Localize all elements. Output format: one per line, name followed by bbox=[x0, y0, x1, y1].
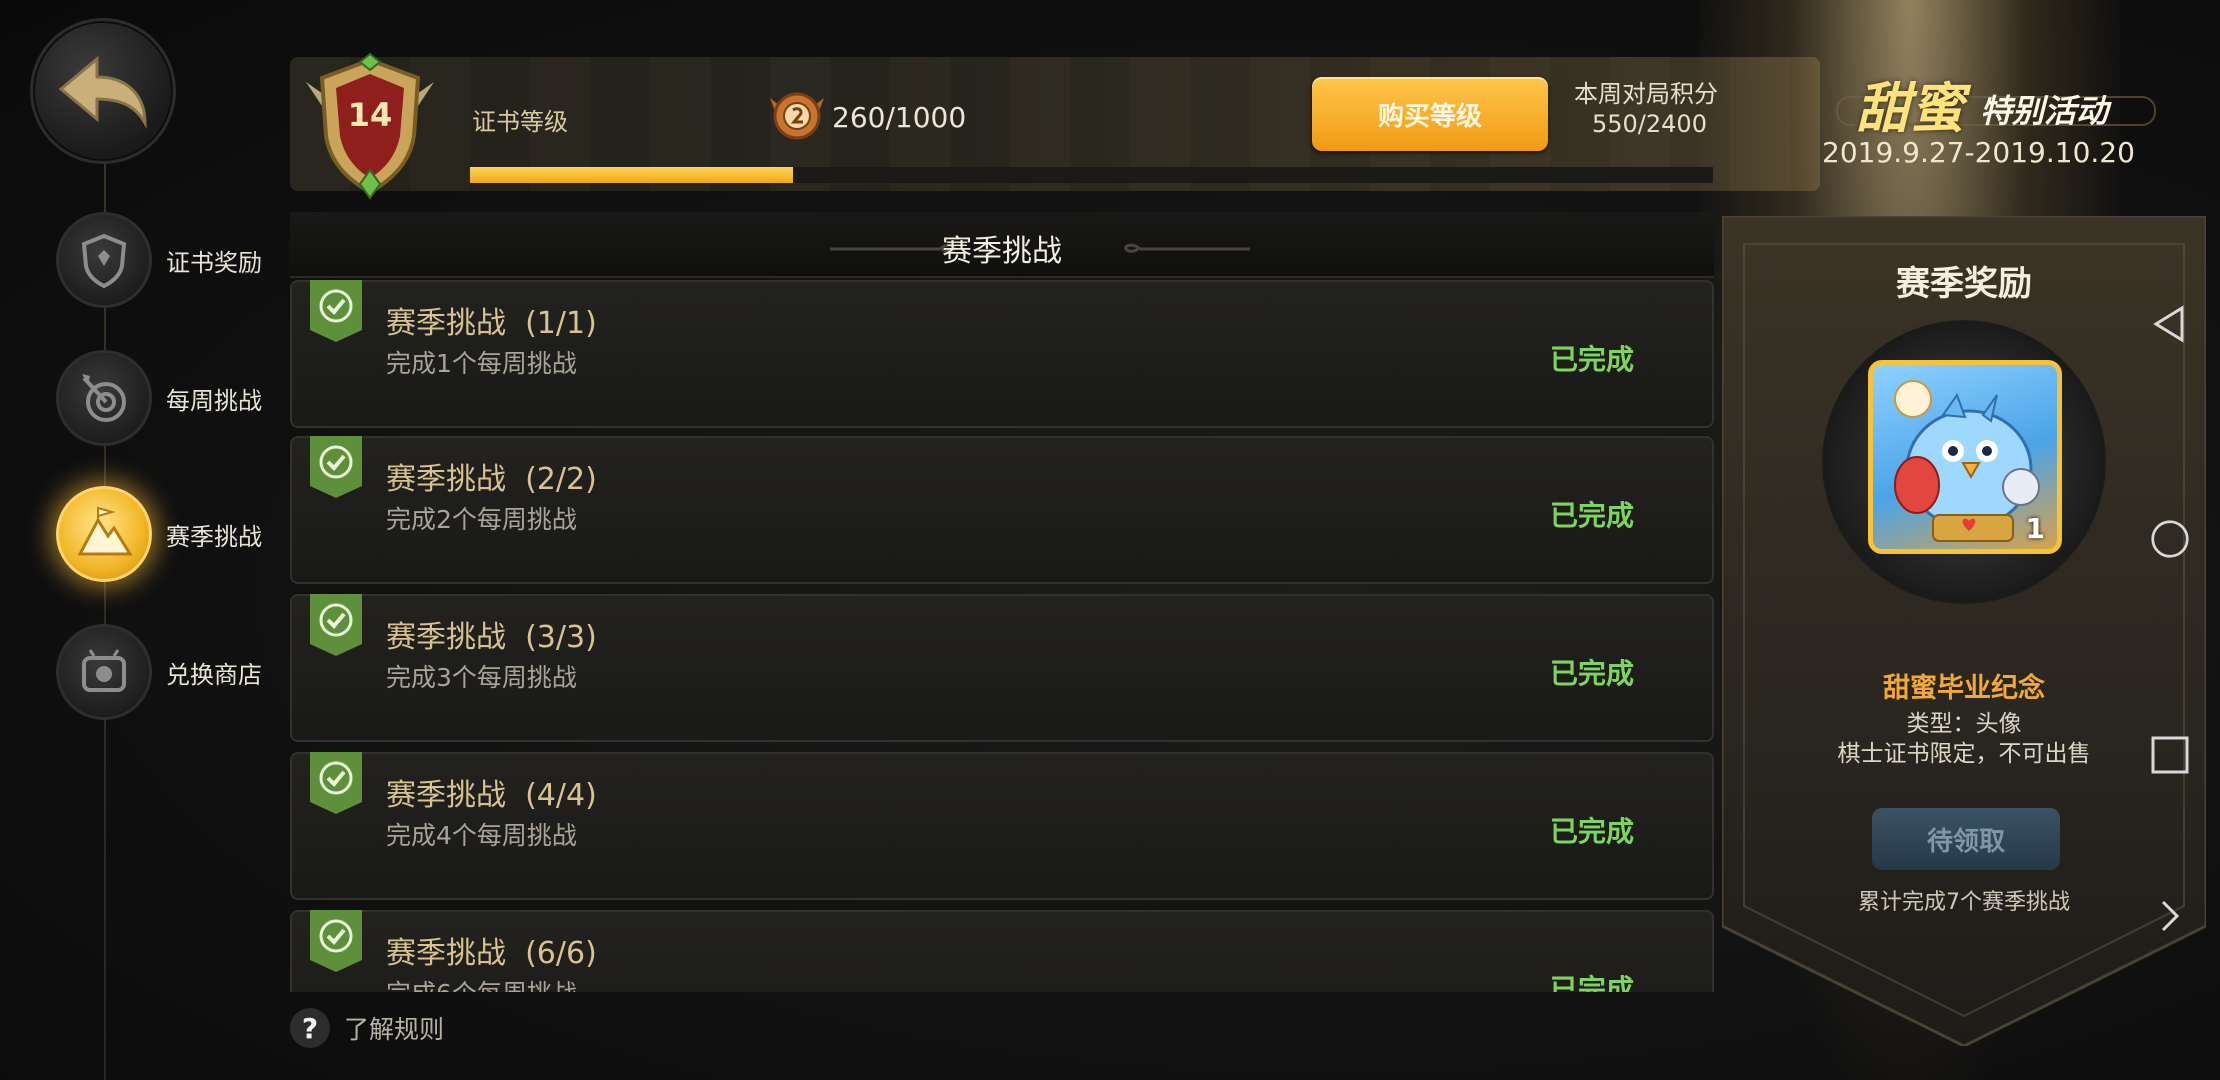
side-nav-label: 赛季挑战 bbox=[166, 522, 262, 551]
shop-icon bbox=[56, 624, 152, 720]
nav-expand-chevron-icon[interactable] bbox=[2150, 896, 2190, 936]
side-nav-season-challenges[interactable]: 赛季挑战 bbox=[56, 484, 286, 584]
reward-progress-text: 累计完成7个赛季挑战 bbox=[1858, 890, 2070, 915]
challenge-title: 赛季挑战 (1/1) bbox=[386, 306, 597, 341]
buy-level-button[interactable]: 购买等级 bbox=[1312, 77, 1548, 151]
rules-link[interactable]: ? 了解规则 bbox=[290, 1008, 444, 1048]
challenge-card[interactable]: 赛季挑战 (3/3) 完成3个每周挑战 已完成 bbox=[290, 594, 1714, 742]
side-nav-label: 证书奖励 bbox=[166, 248, 262, 277]
challenge-status: 已完成 bbox=[1549, 815, 1634, 848]
xp-medal-icon bbox=[766, 88, 828, 144]
check-flag-icon bbox=[310, 752, 362, 814]
weekly-points-value: 550/2400 bbox=[1592, 110, 1707, 138]
help-icon: ? bbox=[290, 1008, 330, 1048]
challenge-status: 已完成 bbox=[1549, 499, 1634, 532]
challenge-status: 已完成 bbox=[1549, 343, 1634, 376]
event-title-sub: 特别活动 bbox=[1980, 92, 2109, 130]
nav-recents-icon[interactable] bbox=[2150, 735, 2190, 775]
challenge-title: 赛季挑战 (3/3) bbox=[386, 620, 597, 655]
event-title-main: 甜蜜 bbox=[1856, 77, 1964, 140]
check-flag-icon bbox=[310, 436, 362, 498]
section-header: 赛季挑战 bbox=[290, 212, 1714, 278]
check-flag-icon bbox=[310, 910, 362, 972]
check-flag-icon bbox=[310, 594, 362, 656]
cert-level-label: 证书等级 bbox=[472, 108, 568, 136]
challenge-status: 已完成 bbox=[1549, 657, 1634, 690]
nav-back-icon[interactable] bbox=[2150, 304, 2190, 344]
flag-mountain-icon bbox=[56, 486, 152, 582]
side-nav-weekly-challenges[interactable]: 每周挑战 bbox=[56, 348, 286, 448]
challenge-card[interactable]: 赛季挑战 (6/6) 完成6个每周挑战 已完成 bbox=[290, 910, 1714, 992]
back-arrow-icon bbox=[58, 55, 147, 129]
xp-progress-bar bbox=[470, 167, 1713, 183]
section-title: 赛季挑战 bbox=[942, 234, 1062, 269]
challenge-title: 赛季挑战 (2/2) bbox=[386, 462, 597, 497]
challenge-desc: 完成2个每周挑战 bbox=[386, 505, 577, 534]
weekly-points-label: 本周对局积分 bbox=[1574, 80, 1718, 108]
side-nav-label: 每周挑战 bbox=[166, 386, 262, 415]
level-number: 14 bbox=[347, 96, 393, 134]
challenge-card[interactable]: 赛季挑战 (1/1) 完成1个每周挑战 已完成 bbox=[290, 280, 1714, 428]
challenge-desc: 完成6个每周挑战 bbox=[386, 974, 577, 992]
challenge-title: 赛季挑战 (6/6) bbox=[386, 936, 597, 971]
challenge-desc: 完成3个每周挑战 bbox=[386, 663, 577, 692]
challenge-desc: 完成1个每周挑战 bbox=[386, 349, 577, 378]
side-nav-label: 兑换商店 bbox=[166, 660, 262, 689]
side-nav-exchange-shop[interactable]: 兑换商店 bbox=[56, 622, 286, 722]
challenge-title: 赛季挑战 (4/4) bbox=[386, 778, 597, 813]
reward-type: 类型：头像 bbox=[1906, 711, 2022, 737]
level-badge: 14 bbox=[300, 52, 440, 202]
challenge-status: 已完成 bbox=[1549, 973, 1634, 992]
shield-icon bbox=[56, 212, 152, 308]
claim-reward-button[interactable]: 待领取 bbox=[1872, 808, 2060, 870]
reward-title: 赛季奖励 bbox=[1896, 264, 2032, 304]
nav-home-icon[interactable] bbox=[2150, 519, 2190, 559]
rules-label: 了解规则 bbox=[344, 1015, 445, 1044]
challenge-card[interactable]: 赛季挑战 (2/2) 完成2个每周挑战 已完成 bbox=[290, 436, 1714, 584]
reward-item-avatar[interactable]: 1 bbox=[1868, 360, 2062, 554]
check-flag-icon bbox=[310, 280, 362, 342]
challenge-card[interactable]: 赛季挑战 (4/4) 完成4个每周挑战 已完成 bbox=[290, 752, 1714, 900]
game-screen: 证书奖励 每周挑战 赛季挑战 兑换商店 14 证书等级 260/1000 购买等… bbox=[0, 0, 2220, 1080]
back-button[interactable] bbox=[30, 18, 176, 164]
side-nav-cert-rewards[interactable]: 证书奖励 bbox=[56, 210, 286, 310]
xp-progress-fill bbox=[470, 167, 794, 183]
reward-count: 1 bbox=[2025, 512, 2045, 545]
challenge-desc: 完成4个每周挑战 bbox=[386, 821, 577, 850]
reward-limit-note: 棋士证书限定，不可出售 bbox=[1837, 741, 2091, 767]
challenge-list[interactable]: 赛季挑战 (1/1) 完成1个每周挑战 已完成 赛季挑战 (2/2) 完成2个每… bbox=[290, 280, 1716, 992]
target-icon bbox=[56, 350, 152, 446]
xp-progress-text: 260/1000 bbox=[832, 101, 967, 134]
reward-name: 甜蜜毕业纪念 bbox=[1883, 673, 2045, 704]
event-dates: 2019.9.27-2019.10.20 bbox=[1822, 136, 2135, 169]
